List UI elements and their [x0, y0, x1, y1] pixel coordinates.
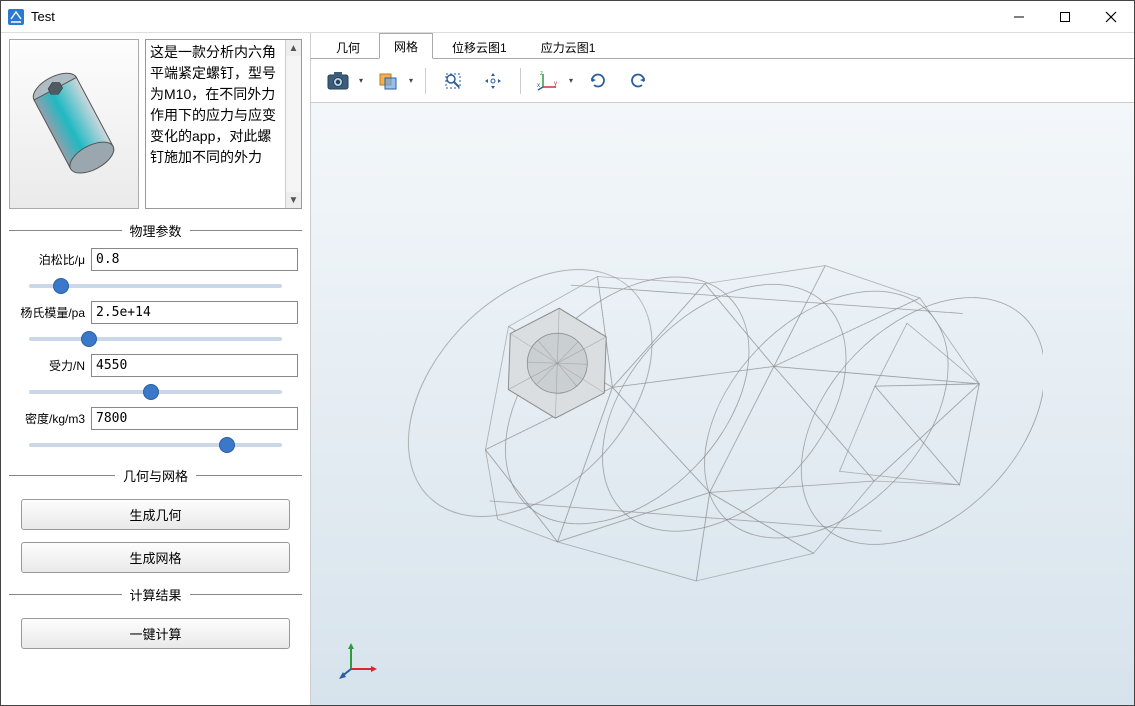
- redo-view-button[interactable]: [623, 66, 653, 96]
- svg-text:y: y: [554, 81, 557, 87]
- param-row-density: 密度/kg/m3: [9, 407, 302, 430]
- tab-mesh[interactable]: 网格: [379, 33, 433, 59]
- input-density[interactable]: [91, 407, 298, 430]
- section-title-geometry: 几何与网格: [115, 466, 196, 485]
- select-transparency-button[interactable]: [373, 66, 403, 96]
- sidebar: 这是一款分析内六角平端紧定螺钉，型号为M10，在不同外力作用下的应力与应变变化的…: [1, 33, 311, 705]
- screenshot-button[interactable]: [323, 66, 353, 96]
- label-youngs: 杨氏模量/pa: [13, 304, 85, 321]
- param-row-youngs: 杨氏模量/pa: [9, 301, 302, 324]
- label-poisson: 泊松比/μ: [13, 251, 85, 268]
- toolbar-separator-2: [520, 68, 521, 94]
- description-text: 这是一款分析内六角平端紧定螺钉，型号为M10，在不同外力作用下的应力与应变变化的…: [146, 40, 283, 208]
- section-header-results: 计算结果: [9, 585, 302, 604]
- app-window: Test: [0, 0, 1135, 706]
- slider-youngs[interactable]: [29, 337, 282, 341]
- slider-poisson[interactable]: [29, 284, 282, 288]
- viewport-toolbar: ▾ ▾ z y x ▾: [311, 59, 1134, 103]
- generate-geometry-button[interactable]: 生成几何: [21, 499, 291, 530]
- model-thumbnail: [9, 39, 139, 209]
- slider-force[interactable]: [29, 390, 282, 394]
- input-force[interactable]: [91, 354, 298, 377]
- tab-bar: 几何 网格 位移云图1 应力云图1: [311, 33, 1134, 59]
- dropdown-caret-icon-2[interactable]: ▾: [409, 76, 413, 85]
- description-scrollbar[interactable]: ▲ ▼: [285, 40, 301, 208]
- 3d-viewport[interactable]: [311, 103, 1134, 705]
- mesh-wireframe: [403, 144, 1043, 664]
- scroll-track[interactable]: [286, 56, 301, 192]
- svg-text:z: z: [540, 71, 543, 77]
- axis-gizmo-icon: [339, 641, 379, 681]
- maximize-button[interactable]: [1042, 1, 1088, 32]
- label-force: 受力/N: [13, 357, 85, 374]
- label-density: 密度/kg/m3: [13, 410, 85, 427]
- window-controls: [996, 1, 1134, 32]
- dropdown-caret-icon-3[interactable]: ▾: [569, 76, 573, 85]
- app-icon: [7, 8, 25, 26]
- slider-density[interactable]: [29, 443, 282, 447]
- window-title: Test: [31, 9, 996, 24]
- svg-text:x: x: [537, 83, 540, 89]
- section-header-physics: 物理参数: [9, 221, 302, 240]
- description-box: 这是一款分析内六角平端紧定螺钉，型号为M10，在不同外力作用下的应力与应变变化的…: [145, 39, 302, 209]
- toolbar-separator: [425, 68, 426, 94]
- pan-button[interactable]: [478, 66, 508, 96]
- scroll-up-icon[interactable]: ▲: [286, 40, 301, 56]
- minimize-button[interactable]: [996, 1, 1042, 32]
- input-poisson[interactable]: [91, 248, 298, 271]
- zoom-extents-button[interactable]: [438, 66, 468, 96]
- generate-mesh-button[interactable]: 生成网格: [21, 542, 291, 573]
- tab-stress[interactable]: 应力云图1: [526, 34, 611, 59]
- compute-button[interactable]: 一键计算: [21, 618, 291, 649]
- section-header-geometry: 几何与网格: [9, 466, 302, 485]
- section-title-physics: 物理参数: [122, 221, 190, 240]
- scroll-down-icon[interactable]: ▼: [286, 192, 301, 208]
- dropdown-caret-icon[interactable]: ▾: [359, 76, 363, 85]
- main-area: 几何 网格 位移云图1 应力云图1 ▾ ▾: [311, 33, 1134, 705]
- param-row-force: 受力/N: [9, 354, 302, 377]
- close-button[interactable]: [1088, 1, 1134, 32]
- param-row-poisson: 泊松比/μ: [9, 248, 302, 271]
- title-bar: Test: [1, 1, 1134, 33]
- section-title-results: 计算结果: [122, 585, 190, 604]
- axes-orientation-button[interactable]: z y x: [533, 66, 563, 96]
- tab-geometry[interactable]: 几何: [321, 34, 375, 59]
- reset-view-button[interactable]: [583, 66, 613, 96]
- input-youngs[interactable]: [91, 301, 298, 324]
- tab-displacement[interactable]: 位移云图1: [437, 34, 522, 59]
